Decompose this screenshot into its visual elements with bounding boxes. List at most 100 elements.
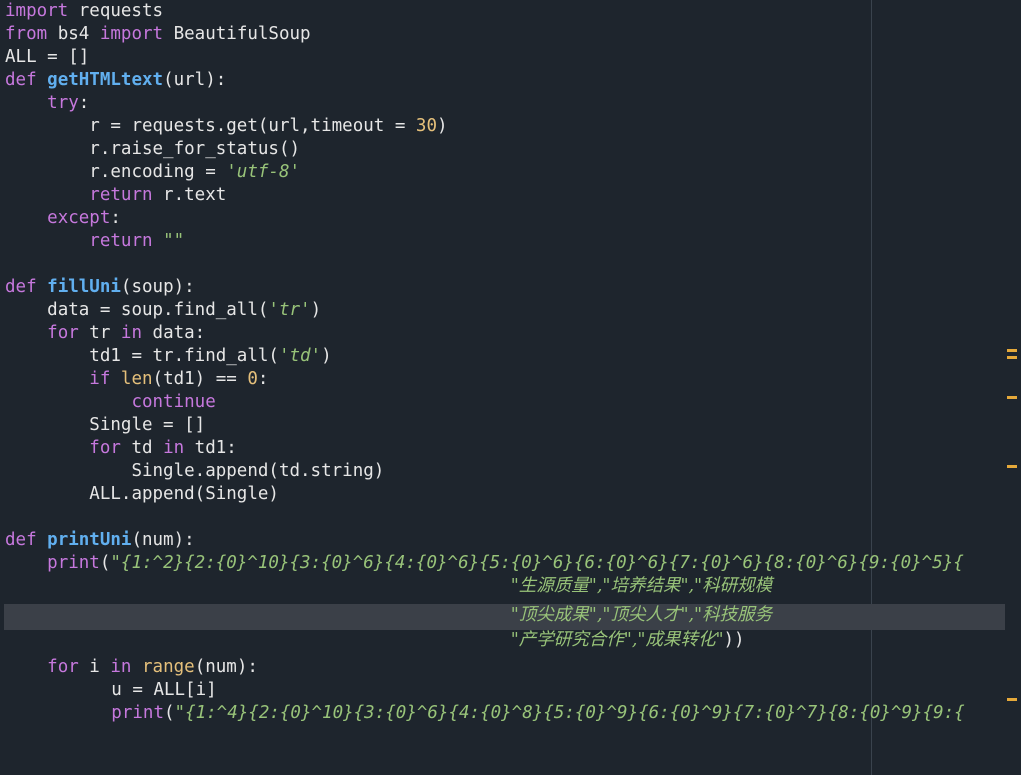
keyword: from	[5, 24, 48, 44]
code-text: u = ALL[i]	[111, 680, 217, 700]
code-line-11[interactable]: return ""	[5, 230, 184, 253]
code-text: (num):	[194, 657, 258, 677]
code-text: :	[78, 93, 90, 113]
function-name: getHTMLtext	[47, 70, 164, 90]
string-literal: 'td'	[278, 346, 322, 366]
scrollbar-marker	[1007, 396, 1017, 399]
code-text: ALL = []	[5, 47, 90, 67]
keyword: if	[89, 369, 111, 389]
keyword: in	[110, 657, 132, 677]
code-line-15[interactable]: for tr in data:	[5, 322, 205, 345]
string-literal: "{1:^2}{2:{0}^10}{3:{0}^6}{4:{0}^6}{5:{0…	[110, 553, 964, 573]
code-text: requests	[68, 1, 164, 21]
keyword: import	[99, 24, 164, 44]
code-text: BeautifulSoup	[163, 24, 311, 44]
keyword: in	[120, 323, 142, 343]
keyword: try	[47, 93, 79, 113]
code-line-32[interactable]: print("{1:^4}{2:{0}^10}{3:{0}^6}{4:{0}^8…	[27, 702, 965, 725]
overview-ruler[interactable]	[1007, 0, 1021, 775]
code-text: :	[257, 369, 269, 389]
code-line-6[interactable]: r = requests.get(url,timeout = 30)	[5, 115, 448, 138]
code-text: (td1) ==	[152, 369, 248, 389]
code-text: r = requests.get(url,timeout =	[89, 116, 416, 136]
code-line-17[interactable]: if len(td1) == 0:	[5, 368, 268, 391]
code-text: Single.append(td.string)	[131, 461, 385, 481]
code-line-18[interactable]: continue	[5, 391, 215, 414]
keyword: def	[5, 530, 37, 550]
code-line-7[interactable]: r.raise_for_status()	[5, 138, 300, 161]
code-line-21[interactable]: Single.append(td.string)	[5, 460, 384, 483]
keyword: print	[47, 553, 100, 573]
string-literal: 'tr'	[268, 300, 311, 320]
code-line-10[interactable]: except:	[5, 207, 121, 230]
keyword: def	[5, 277, 37, 297]
code-line-9[interactable]: return r.text	[5, 184, 226, 207]
code-line-31[interactable]: u = ALL[i]	[27, 679, 217, 702]
keyword: import	[5, 1, 69, 21]
code-line-5[interactable]: try:	[5, 92, 89, 115]
code-text: td1 = tr.find_all(	[89, 346, 279, 366]
code-text: (num):	[131, 530, 195, 550]
number-literal: 0	[247, 369, 258, 389]
code-line-28[interactable]: "产学研究合作","成果转化"))	[5, 629, 745, 652]
code-line-3[interactable]: ALL = []	[5, 46, 89, 69]
scrollbar-marker	[1007, 349, 1017, 352]
code-line-24[interactable]: def printUni(num):	[5, 529, 195, 552]
code-line-14[interactable]: data = soup.find_all('tr')	[5, 299, 321, 322]
code-line-26[interactable]: "生源质量","培养结果","科研规模	[5, 575, 772, 598]
code-line-25[interactable]: print("{1:^2}{2:{0}^10}{3:{0}^6}{4:{0}^6…	[5, 552, 964, 575]
code-line-30[interactable]: for i in range(num):	[5, 656, 258, 679]
code-line-27[interactable]: "顶尖成果","顶尖人才","科技服务	[5, 604, 772, 627]
code-text: (soup):	[120, 277, 195, 297]
string-literal: "{1:^4}{2:{0}^10}{3:{0}^6}{4:{0}^8}{5:{0…	[174, 703, 965, 723]
scrollbar-marker	[1007, 698, 1017, 701]
code-line-13[interactable]: def fillUni(soup):	[5, 276, 195, 299]
code-text: td	[120, 438, 164, 458]
scrollbar-marker	[1007, 465, 1017, 468]
string-literal: 'utf-8'	[226, 162, 301, 182]
string-literal: "顶尖成果","顶尖人才","科技服务	[510, 605, 773, 625]
keyword: def	[5, 70, 37, 90]
code-text: )	[310, 300, 322, 320]
keyword: for	[89, 438, 121, 458]
code-line-1[interactable]: import requests	[5, 0, 163, 23]
builtin-function: len	[120, 369, 153, 389]
code-editor[interactable]: import requests from bs4 import Beautifu…	[0, 0, 1021, 775]
code-area[interactable]: import requests from bs4 import Beautifu…	[5, 0, 1005, 775]
code-line-8[interactable]: r.encoding = 'utf-8'	[5, 161, 300, 184]
code-text: Single = []	[89, 415, 206, 435]
code-line-19[interactable]: Single = []	[5, 414, 205, 437]
string-literal: "生源质量","培养结果","科研规模	[510, 576, 773, 596]
function-name: fillUni	[47, 277, 121, 297]
code-line-20[interactable]: for td in td1:	[5, 437, 237, 460]
code-line-16[interactable]: td1 = tr.find_all('td')	[5, 345, 332, 368]
code-text: data:	[142, 323, 206, 343]
code-text: :	[110, 208, 121, 228]
code-text: (	[99, 553, 111, 573]
code-text: )	[321, 346, 332, 366]
code-text: )	[437, 116, 448, 136]
keyword: except	[47, 208, 111, 228]
scrollbar-marker	[1007, 356, 1017, 359]
code-line-2[interactable]: from bs4 import BeautifulSoup	[5, 23, 311, 46]
code-line-4[interactable]: def getHTMLtext(url):	[5, 69, 226, 92]
code-text: r.text	[152, 185, 227, 205]
keyword: return	[89, 185, 153, 205]
code-line-22[interactable]: ALL.append(Single)	[5, 483, 279, 506]
